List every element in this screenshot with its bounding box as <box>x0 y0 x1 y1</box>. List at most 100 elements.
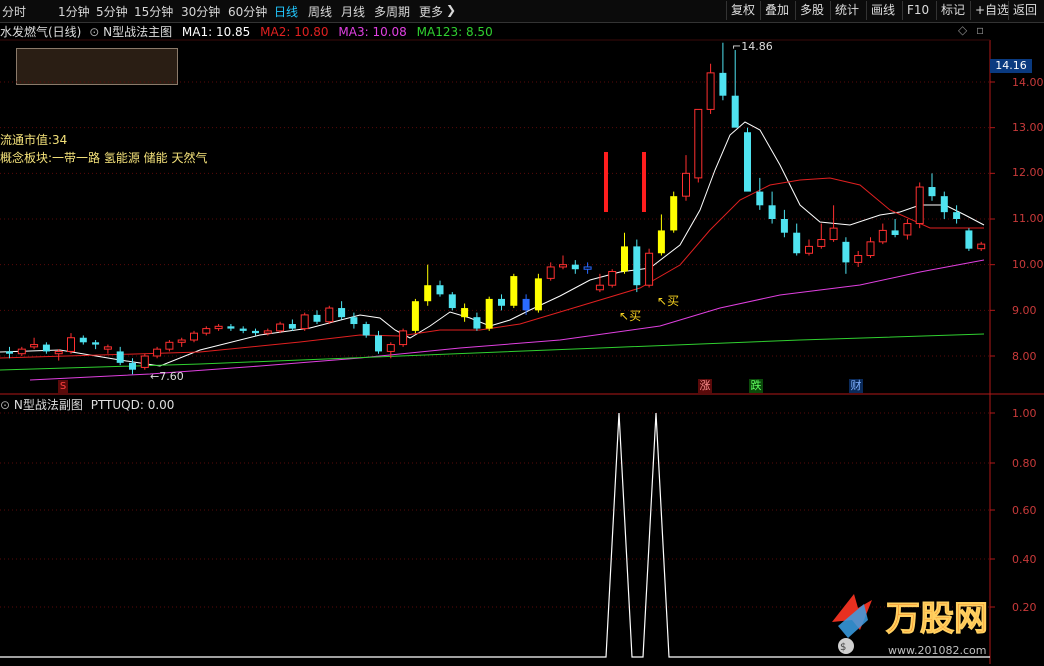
period-toolbar: 分时 1分钟 5分钟 15分钟 30分钟 60分钟 日线 周线 月线 多周期 更… <box>0 0 1044 23</box>
sub-label-040: 0.40 <box>1012 553 1037 566</box>
candle-body <box>977 243 986 250</box>
candle-body <box>79 337 87 343</box>
candle-body <box>42 344 50 352</box>
candle-body <box>338 308 346 318</box>
candlestick-chart[interactable] <box>0 0 1044 664</box>
candle-body <box>190 332 198 341</box>
maximize-icon[interactable]: ▫ <box>976 23 984 37</box>
back-button[interactable]: 返回 <box>1008 1 1041 20</box>
draw-button[interactable]: 画线 <box>866 1 899 20</box>
adjust-button[interactable]: 复权 <box>726 1 759 20</box>
candle-body <box>559 264 567 268</box>
candle-body <box>682 172 690 197</box>
watermark-logo: $ 万股网 www.201082.com <box>824 586 1024 662</box>
watermark-brand: 万股网 <box>886 599 988 639</box>
candle-body <box>953 212 961 219</box>
collapse-icon[interactable]: ⊙ <box>89 25 99 39</box>
period-1min[interactable]: 1分钟 <box>58 3 90 20</box>
candle-body <box>842 241 850 263</box>
current-price-tag: 14.16 <box>990 59 1032 73</box>
candle-body <box>54 350 63 355</box>
f10-button[interactable]: F10 <box>902 1 933 20</box>
candle-body <box>263 330 272 334</box>
candle-body <box>805 245 813 254</box>
main-indicator-name[interactable]: N型战法主图 <box>103 25 172 39</box>
candle-body <box>461 308 469 318</box>
candle-body <box>30 344 39 348</box>
sub-collapse-icon[interactable]: ⊙ <box>0 398 10 412</box>
candle-body <box>522 298 530 311</box>
candle-body <box>645 252 654 286</box>
candle-body <box>903 223 912 236</box>
ma1-value: MA1: 10.85 <box>181 25 251 39</box>
candle-body <box>694 108 703 179</box>
sub-chart-title: ⊙ N型战法副图 PTTUQD: 0.00 <box>0 396 174 412</box>
period-15min[interactable]: 15分钟 <box>134 3 173 20</box>
period-monthly[interactable]: 月线 <box>341 3 365 20</box>
candle-body <box>436 285 444 295</box>
candle-body <box>817 239 826 247</box>
candle-body <box>202 328 211 334</box>
candle-body <box>103 346 112 350</box>
period-intraday[interactable]: 分时 <box>2 3 26 20</box>
svg-text:$: $ <box>840 642 846 653</box>
event-marker-zhang[interactable]: 涨 <box>698 379 712 393</box>
candle-body <box>116 351 124 363</box>
candle-body <box>362 324 370 336</box>
candle-body <box>313 314 321 322</box>
info-box <box>16 48 178 85</box>
buy-signal-2: ↖买 <box>657 294 680 308</box>
period-daily[interactable]: 日线 <box>274 3 298 20</box>
candle-body <box>498 298 505 306</box>
candle-body <box>510 276 518 306</box>
candle-body <box>350 317 358 325</box>
ma123-value: MA123: 8.50 <box>416 25 493 39</box>
candle-body <box>621 246 628 272</box>
candle-body <box>239 328 247 331</box>
candle-body <box>227 326 235 329</box>
candle-body <box>546 266 555 279</box>
event-marker-die[interactable]: 跌 <box>749 379 763 393</box>
candle-body <box>399 330 408 346</box>
ma2-value: MA2: 10.80 <box>260 25 329 39</box>
candle-body <box>670 196 678 231</box>
sub-label-080: 0.80 <box>1012 457 1037 470</box>
sell-signal-bar <box>604 152 608 212</box>
low-price-label: ←7.60 <box>150 370 184 383</box>
candle-body <box>928 187 936 197</box>
period-60min[interactable]: 60分钟 <box>228 3 267 20</box>
stats-button[interactable]: 统计 <box>830 1 863 20</box>
sell-signal-bar <box>642 152 646 212</box>
ma3-line <box>29 259 985 381</box>
sub-indicator-name[interactable]: N型战法副图 <box>14 398 83 412</box>
candle-body <box>276 323 285 332</box>
candle-body <box>448 294 456 309</box>
period-weekly[interactable]: 周线 <box>308 3 332 20</box>
candle-body <box>878 229 887 243</box>
period-more[interactable]: 更多 <box>419 3 443 20</box>
period-5min[interactable]: 5分钟 <box>96 3 128 20</box>
main-chart-title: 水发燃气(日线) ⊙ N型战法主图 MA1: 10.85 MA2: 10.80 … <box>0 23 493 39</box>
diamond-icon[interactable]: ◇ <box>958 23 967 37</box>
event-marker-s[interactable]: S <box>58 380 68 393</box>
multi-stock-button[interactable]: 多股 <box>795 1 828 20</box>
candle-body <box>534 278 542 311</box>
price-label-10: 10.00 <box>1012 258 1044 271</box>
event-marker-cai[interactable]: 财 <box>849 379 863 393</box>
add-watchlist-button[interactable]: +自选 <box>970 1 1013 20</box>
candle-body <box>719 72 727 96</box>
stock-name[interactable]: 水发燃气(日线) <box>0 25 81 39</box>
candle-body <box>214 325 223 330</box>
candle-body <box>608 271 617 286</box>
candle-body <box>744 132 751 192</box>
period-30min[interactable]: 30分钟 <box>181 3 220 20</box>
market-value-label: 流通市值:34 <box>0 133 68 147</box>
mark-button[interactable]: 标记 <box>936 1 969 20</box>
period-multi[interactable]: 多周期 <box>374 3 410 20</box>
more-arrow-icon[interactable]: ❯ <box>446 3 456 17</box>
candle-body <box>325 307 334 323</box>
candle-body <box>583 266 592 270</box>
candle-body <box>17 348 26 355</box>
overlay-button[interactable]: 叠加 <box>760 1 793 20</box>
candle-body <box>375 335 382 352</box>
